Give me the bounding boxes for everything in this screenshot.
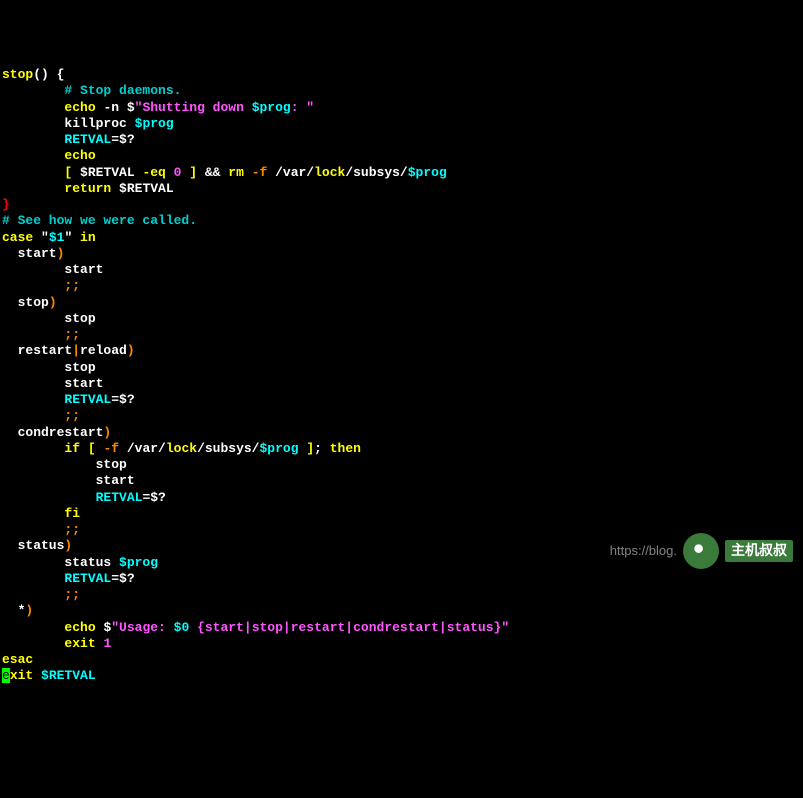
- bracket: ]: [181, 165, 204, 180]
- retval: RETVAL: [64, 571, 111, 586]
- watermark-logo-icon: [683, 533, 719, 569]
- exit: xit: [10, 668, 41, 683]
- paren: ): [64, 538, 72, 553]
- label-reload: reload: [80, 343, 127, 358]
- esac: esac: [2, 652, 33, 667]
- retval: RETVAL: [64, 132, 111, 147]
- var-prog: $prog: [408, 165, 447, 180]
- and: &&: [205, 165, 221, 180]
- flag-f: -f: [244, 165, 267, 180]
- pipe: |: [72, 343, 80, 358]
- paren-brace: () {: [33, 67, 64, 82]
- dollar: $: [96, 620, 112, 635]
- label-start: start: [2, 246, 57, 261]
- var-0: $0: [174, 620, 190, 635]
- keyword-stop: stop: [2, 67, 33, 82]
- var-prog: $prog: [119, 555, 158, 570]
- paren: ): [103, 425, 111, 440]
- assign: =$?: [111, 571, 134, 586]
- path: /subsys/: [197, 441, 259, 456]
- case-end: ;;: [64, 408, 80, 423]
- usage-string: "Usage:: [111, 620, 173, 635]
- paren: ): [127, 343, 135, 358]
- return: return: [64, 181, 111, 196]
- lock: lock: [314, 165, 345, 180]
- case-end: ;;: [64, 522, 80, 537]
- label-condrestart: condrestart: [2, 425, 103, 440]
- watermark-brand: 主机叔叔: [725, 540, 793, 562]
- retval: RETVAL: [96, 490, 143, 505]
- watermark-url: https://blog.: [610, 543, 677, 559]
- bracket: [: [80, 441, 96, 456]
- case-end: ;;: [64, 587, 80, 602]
- wildcard: *: [2, 603, 25, 618]
- op-eq: -eq: [142, 165, 165, 180]
- assign: =$?: [111, 132, 134, 147]
- case-end: ;;: [64, 278, 80, 293]
- path: /var/: [267, 165, 314, 180]
- quote: ": [33, 230, 49, 245]
- var-1: $1: [49, 230, 65, 245]
- comment: # Stop daemons.: [64, 83, 181, 98]
- var-retval: $RETVAL: [41, 668, 96, 683]
- paren: ): [25, 603, 33, 618]
- brace-close: }: [2, 197, 10, 212]
- bracket: ]: [299, 441, 315, 456]
- flag: -n $: [96, 100, 135, 115]
- case-end: ;;: [64, 327, 80, 342]
- paren: ): [49, 295, 57, 310]
- echo: echo: [64, 620, 95, 635]
- call-stop: stop: [64, 311, 95, 326]
- usage-string: {start|stop|restart|condrestart|status}": [189, 620, 509, 635]
- call-stop: stop: [96, 457, 127, 472]
- echo: echo: [64, 148, 95, 163]
- assign: =$?: [111, 392, 134, 407]
- flag-f: -f: [96, 441, 119, 456]
- paren: ): [57, 246, 65, 261]
- call-start: start: [96, 473, 135, 488]
- string: : ": [291, 100, 314, 115]
- semi: ;: [314, 441, 322, 456]
- label-stop: stop: [2, 295, 49, 310]
- comment: # See how we were called.: [2, 213, 197, 228]
- if: if: [64, 441, 80, 456]
- rm: rm: [220, 165, 243, 180]
- code-block: stop() { # Stop daemons. echo -n $"Shutt…: [2, 67, 801, 685]
- killproc: killproc: [64, 116, 134, 131]
- exit-code: 1: [96, 636, 112, 651]
- cursor: e: [2, 668, 10, 683]
- lock: lock: [166, 441, 197, 456]
- var-prog: $prog: [135, 116, 174, 131]
- path: /subsys/: [345, 165, 407, 180]
- fi: fi: [64, 506, 80, 521]
- retval: $RETVAL: [72, 165, 142, 180]
- in: in: [72, 230, 95, 245]
- call-start: start: [64, 376, 103, 391]
- exit: exit: [64, 636, 95, 651]
- retval: RETVAL: [64, 392, 111, 407]
- var-prog: $prog: [260, 441, 299, 456]
- assign: =$?: [142, 490, 165, 505]
- zero: 0: [166, 165, 182, 180]
- path: /var/: [119, 441, 166, 456]
- watermark: https://blog. 主机叔叔: [610, 533, 793, 569]
- string: "Shutting down: [135, 100, 252, 115]
- call-status: status: [64, 555, 119, 570]
- retval-var: $RETVAL: [111, 181, 173, 196]
- then: then: [322, 441, 361, 456]
- var-prog: $prog: [252, 100, 291, 115]
- call-start: start: [64, 262, 103, 277]
- call-stop: stop: [64, 360, 95, 375]
- label-status: status: [2, 538, 64, 553]
- case: case: [2, 230, 33, 245]
- echo: echo: [64, 100, 95, 115]
- label-restart: restart: [2, 343, 72, 358]
